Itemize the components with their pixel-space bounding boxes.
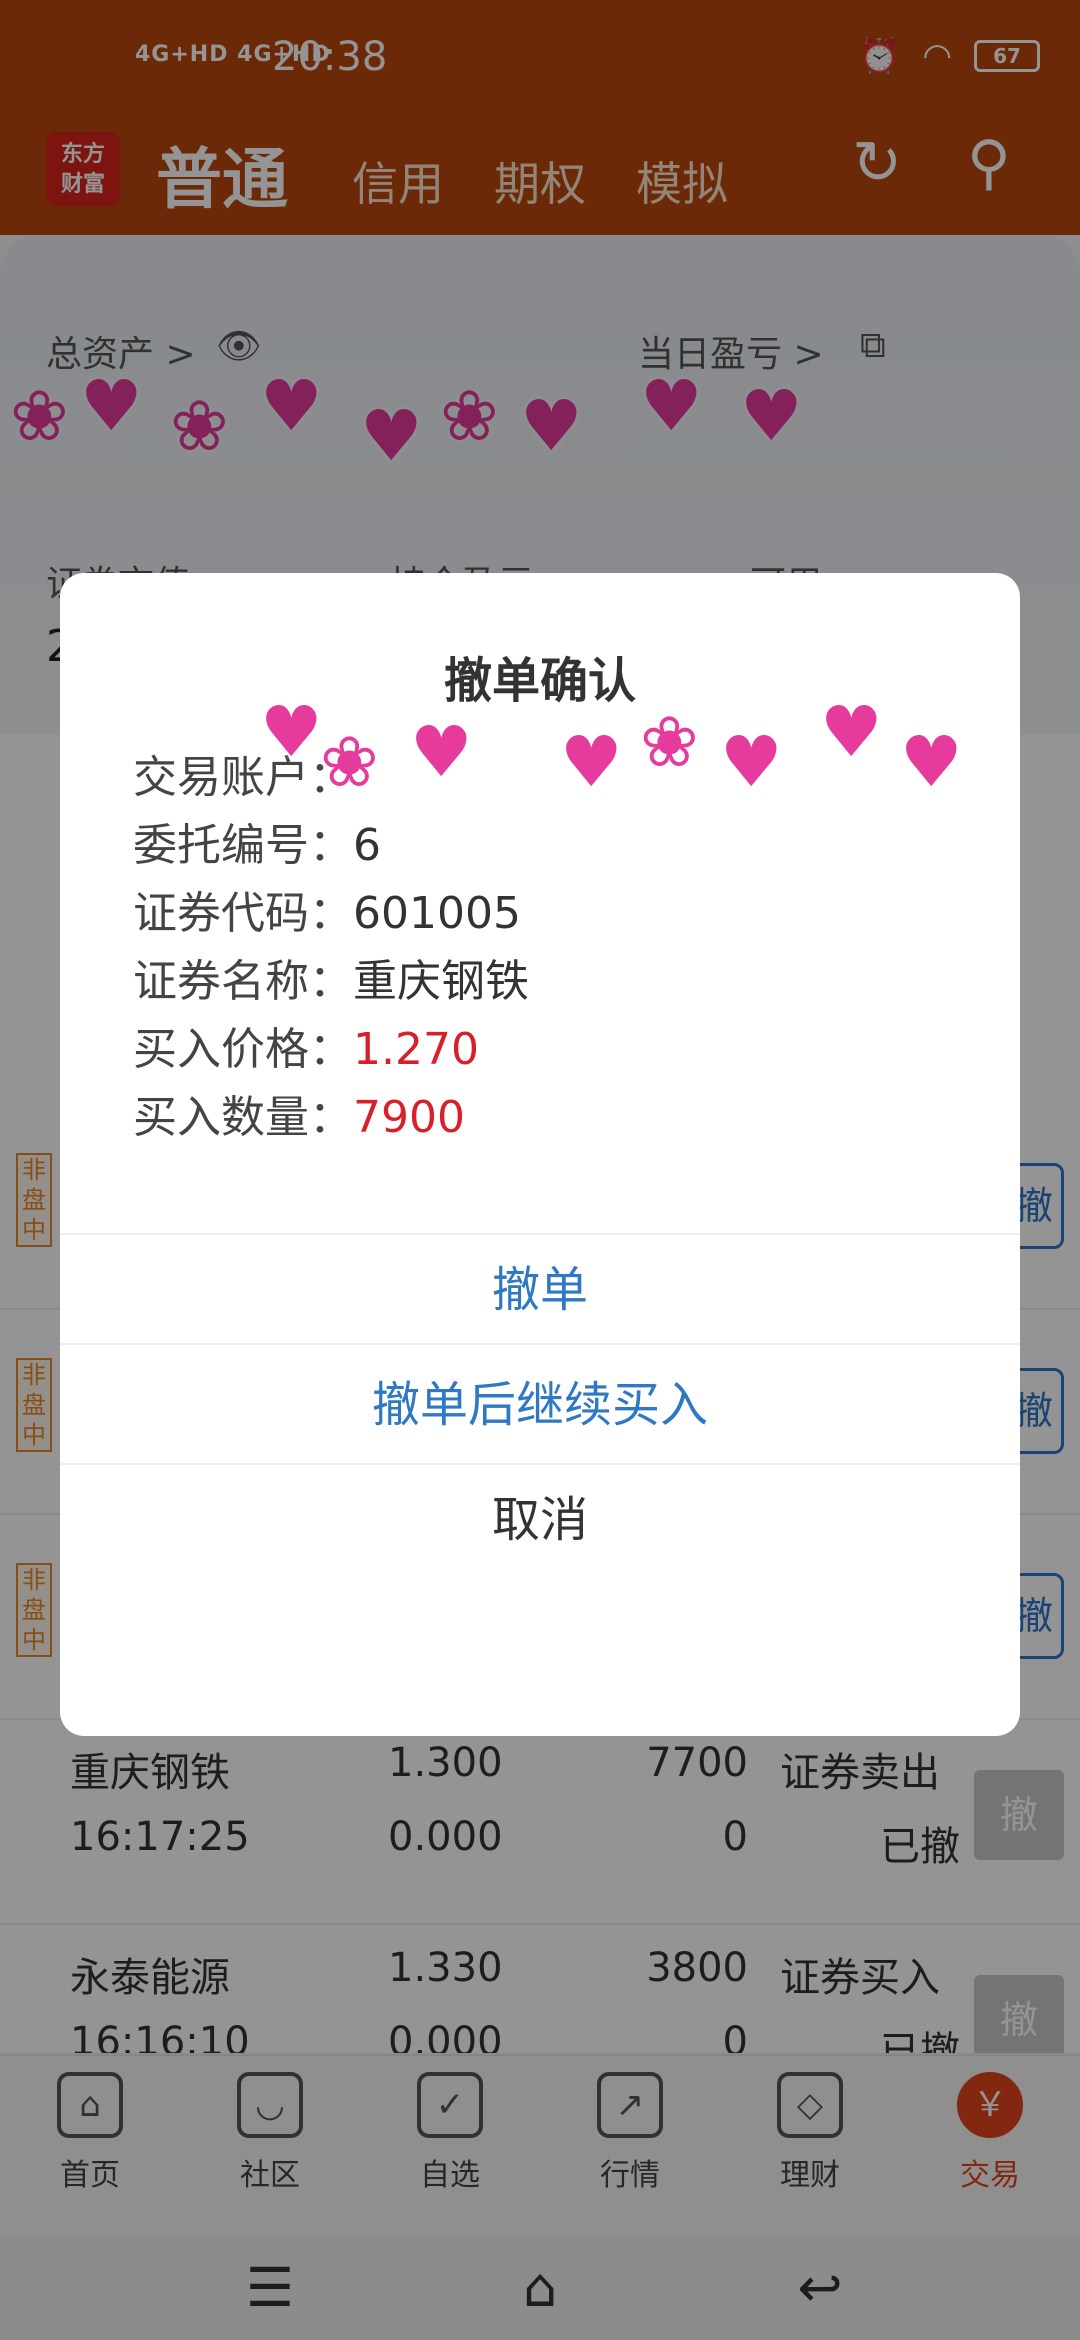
sticker-hearts-overlay: ♥ ❀ ♥ ♥ ❀ ♥ ♥ ♥: [260, 691, 963, 803]
info-order-id: 委托编号：6: [133, 809, 381, 873]
info-value: 1.270: [353, 1024, 479, 1075]
info-value: 7900: [353, 1092, 465, 1143]
info-key: 证券名称：: [133, 956, 353, 1007]
info-value: 重庆钢铁: [353, 956, 529, 1007]
cancel-order-button[interactable]: 撤单: [60, 1233, 1020, 1343]
cancel-and-buy-button[interactable]: 撤单后继续买入: [60, 1343, 1020, 1463]
info-stock-code: 证券代码：601005: [133, 877, 521, 941]
info-stock-name: 证券名称：重庆钢铁: [133, 945, 529, 1009]
info-value: 601005: [353, 888, 521, 939]
dismiss-button[interactable]: 取消: [60, 1463, 1020, 1573]
cancel-confirm-dialog: 撤单确认 交易账户： ♥ ❀ ♥ ♥ ❀ ♥ ♥ ♥ 委托编号：6 证券代码：6…: [60, 573, 1020, 1736]
info-key: 买入价格：: [133, 1024, 353, 1075]
info-value: 6: [353, 820, 381, 871]
info-buy-quantity: 买入数量：7900: [133, 1081, 465, 1145]
info-key: 证券代码：: [133, 888, 353, 939]
info-buy-price: 买入价格：1.270: [133, 1013, 479, 1077]
info-key: 买入数量：: [133, 1092, 353, 1143]
info-key: 委托编号：: [133, 820, 353, 871]
